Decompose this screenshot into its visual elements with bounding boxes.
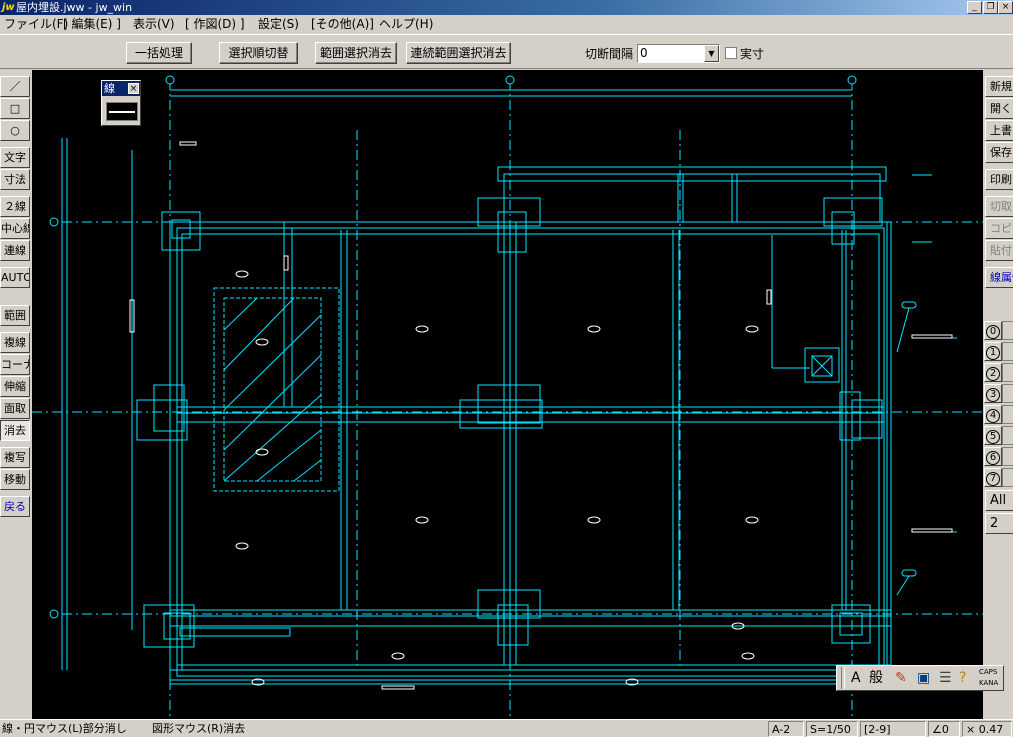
kana-indicator: KANA [979,679,999,687]
tool-copy[interactable]: 複写 [0,447,30,468]
tool-rectangle[interactable]: □ [0,98,30,119]
close-button[interactable]: × [998,1,1013,14]
layer-button-7[interactable]: 7 [984,468,1002,487]
tool-text[interactable]: 文字 [0,147,30,168]
chevron-down-icon[interactable]: ▼ [704,45,719,62]
tool-circle[interactable]: ○ [0,120,30,141]
layer-state-2[interactable] [1002,363,1013,382]
layer-state-1[interactable] [1002,342,1013,361]
tool-erase[interactable]: 消去 [0,420,30,441]
status-right-hint: 図形マウス(R)消去 [152,722,246,735]
menu-file[interactable]: ファイル(F) [4,17,68,32]
window-title: 屋内埋設.jww - jw_win [16,1,133,14]
tool-overwrite[interactable]: 上書 [985,120,1013,141]
batch-process-button[interactable]: 一括処理 [126,42,192,64]
actual-size-checkbox[interactable] [725,47,737,59]
tool-line-attribute[interactable]: 線属性 [985,267,1013,288]
angle-indicator[interactable]: ∠0 [928,721,960,737]
interval-label: 切断間隔 [585,47,634,61]
layer-group-button[interactable]: 2 [985,513,1013,534]
tool-double-line[interactable]: ２線 [0,196,30,217]
interval-value: 0 [640,46,648,60]
tool-center-line[interactable]: 中心線 [0,218,30,239]
drawing-canvas[interactable] [32,70,983,719]
layer-state-4[interactable] [1002,405,1013,424]
layer-button-3[interactable]: 3 [984,384,1002,403]
left-tool-palette: ／ □ ○ 文字 寸法 ２線 中心線 連線 AUTO 範囲 複線 コーナー 伸縮… [0,70,31,719]
menu-other[interactable]: [その他(A)] [311,17,374,32]
ime-toolbar[interactable]: A 般 ✎ ▣ ☰ ? CAPS KANA [836,665,1004,691]
ime-pad-icon[interactable]: ✎ [895,666,907,690]
menu-view[interactable]: 表示(V) [133,17,175,32]
menu-settings[interactable]: 設定(S) [258,17,299,32]
tool-corner[interactable]: コーナー [0,354,30,375]
close-icon[interactable]: × [128,83,139,94]
tool-paste[interactable]: 貼付 [985,240,1013,261]
title-bar: jw 屋内埋設.jww - jw_win _ ❐ × [0,0,1013,15]
restore-button[interactable]: ❐ [983,1,998,14]
status-bar: 線・円マウス(L)部分消し 図形マウス(R)消去 A-2 S=1/50 [2-9… [0,719,1013,737]
range-delete-button[interactable]: 範囲選択消去 [315,42,397,64]
ime-grip[interactable] [841,667,845,689]
layer-state-6[interactable] [1002,447,1013,466]
layer-all-button[interactable]: All [985,490,1013,511]
tool-options-bar: 一括処理 選択順切替 範囲選択消去 連続範囲選択消去 切断間隔 0 ▼ 実寸 [0,34,1013,69]
minimize-button[interactable]: _ [967,1,982,14]
selection-order-button[interactable]: 選択順切替 [219,42,298,64]
line-style-swatch[interactable] [106,102,138,121]
ime-kind[interactable]: 般 [869,666,883,690]
layer-button-5[interactable]: 5 [984,426,1002,445]
interval-combobox[interactable]: 0 ▼ [637,44,720,63]
app-logo: jw [2,2,15,13]
paper-size[interactable]: A-2 [768,721,804,737]
right-tool-palette: 新規 開く 上書 保存 印刷 切取 コピー 貼付 線属性 0 1 2 3 4 5… [983,70,1013,719]
tool-dimension[interactable]: 寸法 [0,169,30,190]
tool-range[interactable]: 範囲 [0,305,30,326]
layer-indicator[interactable]: [2-9] [860,721,926,737]
tool-chamfer[interactable]: 面取 [0,398,30,419]
layer-state-3[interactable] [1002,384,1013,403]
layer-button-6[interactable]: 6 [984,447,1002,466]
menu-draw[interactable]: [ 作図(D) ] [185,17,245,32]
layer-state-0[interactable] [1002,321,1013,340]
drawing-scale[interactable]: S=1/50 [806,721,858,737]
layer-button-0[interactable]: 0 [984,321,1002,340]
tool-connect-line[interactable]: 連線 [0,240,30,261]
tool-stretch[interactable]: 伸縮 [0,376,30,397]
layer-button-2[interactable]: 2 [984,363,1002,382]
tool-new[interactable]: 新規 [985,76,1013,97]
caps-indicator: CAPS [979,668,998,676]
continuous-range-delete-button[interactable]: 連続範囲選択消去 [406,42,511,64]
tool-open[interactable]: 開く [985,98,1013,119]
layer-button-4[interactable]: 4 [984,405,1002,424]
tool-line[interactable]: ／ [0,76,30,97]
tool-save[interactable]: 保存 [985,142,1013,163]
ime-mode[interactable]: A [851,666,861,690]
tool-copy-clip[interactable]: コピー [985,218,1013,239]
tool-move[interactable]: 移動 [0,469,30,490]
menu-help[interactable]: ヘルプ(H) [379,17,433,32]
tool-cut[interactable]: 切取 [985,196,1013,217]
layer-state-5[interactable] [1002,426,1013,445]
status-left-hint: 線・円マウス(L)部分消し [2,722,127,735]
tool-undo[interactable]: 戻る [0,496,30,517]
ime-dictionary-icon[interactable]: ▣ [917,666,930,690]
ime-help-icon[interactable]: ? [959,666,966,690]
layer-state-7[interactable] [1002,468,1013,487]
zoom-indicator[interactable]: × 0.47 [962,721,1012,737]
menu-bar: ファイル(F) [ 編集(E) ] 表示(V) [ 作図(D) ] 設定(S) … [0,15,1013,34]
tool-print[interactable]: 印刷 [985,169,1013,190]
ime-tool-icon[interactable]: ☰ [939,666,952,690]
cad-drawing [32,75,983,719]
tool-offset[interactable]: 複線 [0,332,30,353]
line-property-panel[interactable]: 線 × [101,80,141,126]
menu-edit[interactable]: [ 編集(E) ] [63,17,121,32]
tool-auto[interactable]: AUTO [0,267,30,288]
layer-button-1[interactable]: 1 [984,342,1002,361]
actual-size-label: 実寸 [740,47,765,61]
